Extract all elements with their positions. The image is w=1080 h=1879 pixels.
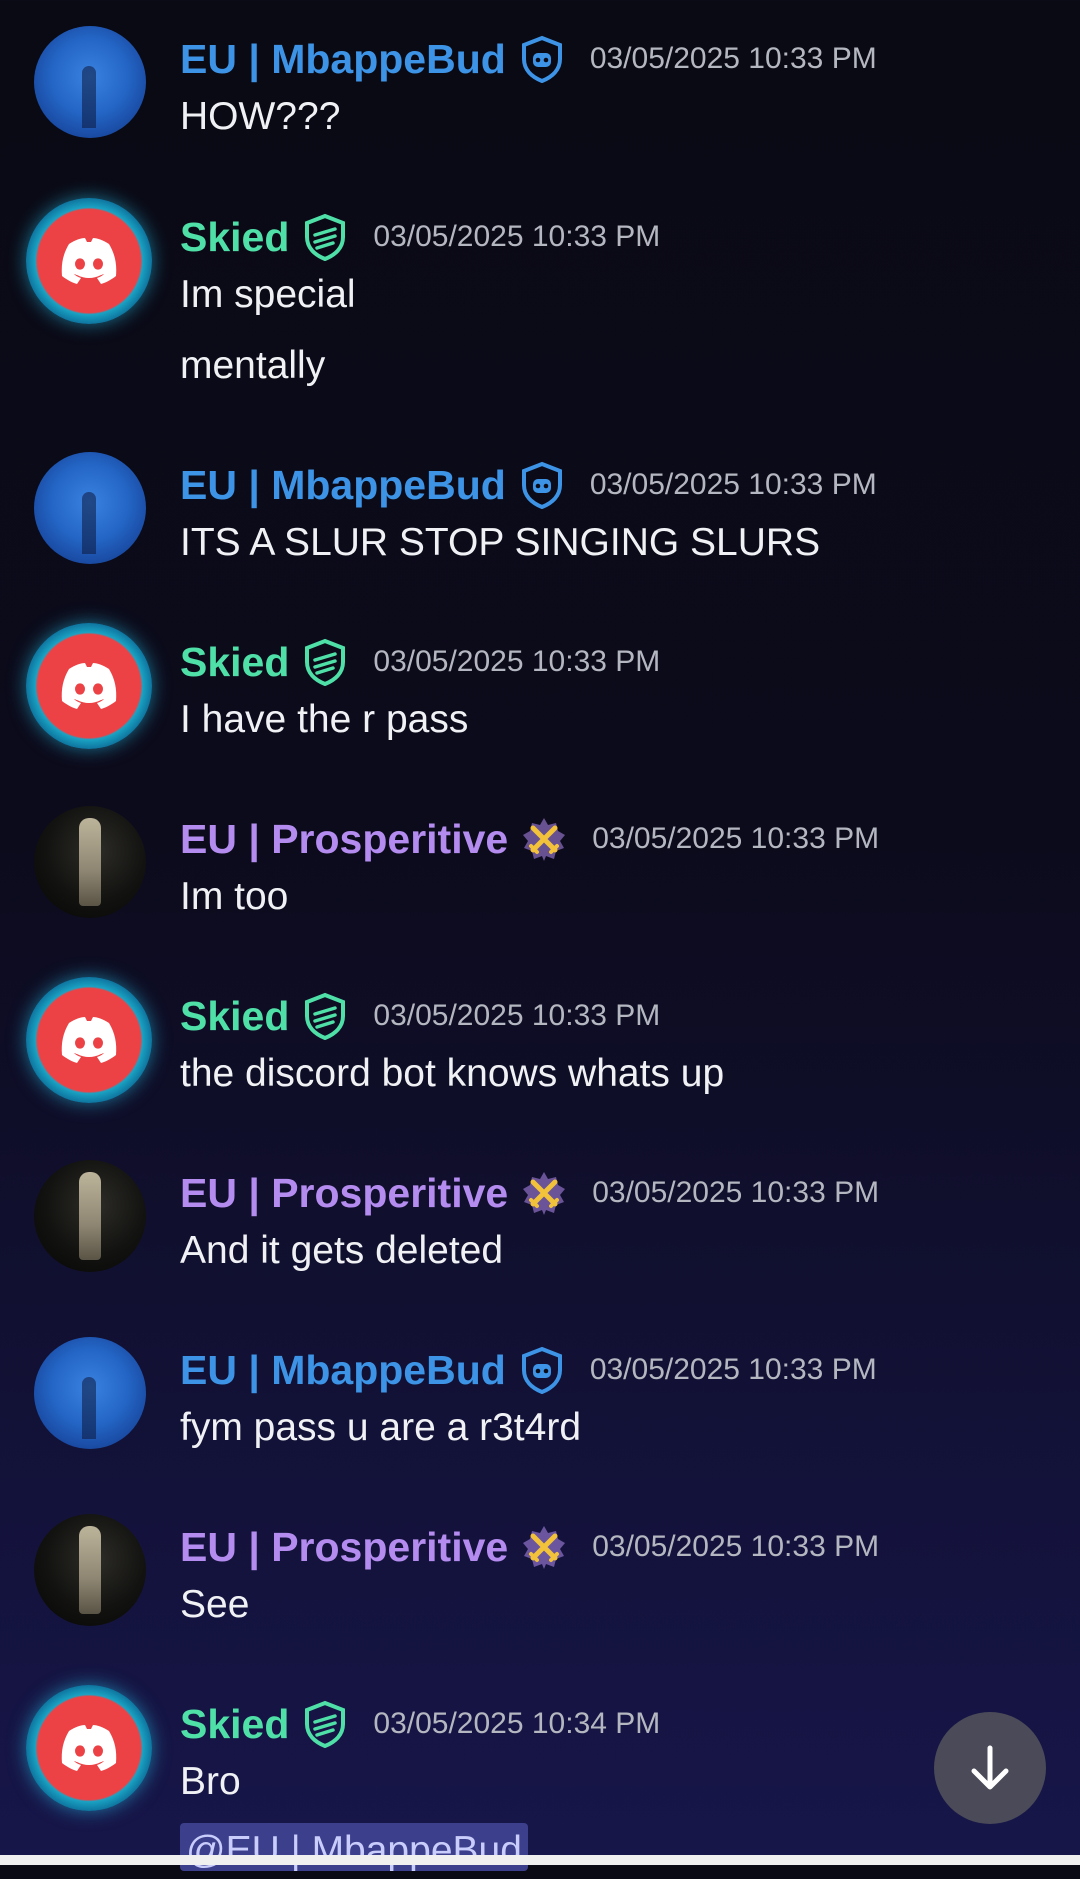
shield-mod-icon xyxy=(521,1346,562,1394)
message-header: Skied 03/05/2025 10:33 PM xyxy=(180,633,660,691)
avatar[interactable] xyxy=(34,806,146,918)
username[interactable]: EU | MbappeBud xyxy=(180,1347,506,1394)
avatar[interactable] xyxy=(34,1337,146,1449)
message-header: EU | MbappeBud 03/05/2025 10:33 PM xyxy=(180,30,877,88)
message-header: EU | Prosperitive 03/05/2025 10:33 PM xyxy=(180,1164,879,1222)
message-header: Skied 03/05/2025 10:33 PM xyxy=(180,987,660,1045)
avatar[interactable] xyxy=(26,198,152,324)
message-header: EU | Prosperitive 03/05/2025 10:33 PM xyxy=(180,810,879,868)
timestamp: 03/05/2025 10:33 PM xyxy=(592,1530,880,1563)
timestamp: 03/05/2025 10:34 PM xyxy=(373,1707,661,1740)
avatar[interactable] xyxy=(34,1514,146,1626)
message-text: Im too xyxy=(180,875,289,918)
timestamp: 03/05/2025 10:33 PM xyxy=(589,42,877,75)
discord-logo-icon xyxy=(61,238,117,284)
message-header: Skied 03/05/2025 10:33 PM xyxy=(180,208,660,266)
username[interactable]: Skied xyxy=(180,993,289,1040)
username[interactable]: Skied xyxy=(180,214,289,261)
arrow-down-icon xyxy=(971,1745,1009,1790)
message-text: ITS A SLUR STOP SINGING SLURS xyxy=(180,521,821,564)
jump-to-present-button[interactable] xyxy=(934,1712,1046,1824)
message-text: mentally xyxy=(180,344,326,387)
username[interactable]: EU | MbappeBud xyxy=(180,462,506,509)
username[interactable]: Skied xyxy=(180,1701,289,1748)
timestamp: 03/05/2025 10:33 PM xyxy=(373,999,661,1032)
verified-shield-icon xyxy=(305,992,346,1040)
crossed-swords-icon xyxy=(523,818,566,861)
username[interactable]: EU | Prosperitive xyxy=(180,1170,508,1217)
message-text: HOW??? xyxy=(180,95,341,138)
message-text: Im special xyxy=(180,273,356,316)
message-text: See xyxy=(180,1583,250,1626)
message-header: EU | MbappeBud 03/05/2025 10:33 PM xyxy=(180,456,877,514)
crossed-swords-icon xyxy=(523,1526,566,1569)
verified-shield-icon xyxy=(305,638,346,686)
avatar[interactable] xyxy=(34,1160,146,1272)
message-header: EU | MbappeBud 03/05/2025 10:33 PM xyxy=(180,1341,877,1399)
bottom-edge xyxy=(0,1855,1080,1865)
timestamp: 03/05/2025 10:33 PM xyxy=(589,468,877,501)
avatar[interactable] xyxy=(26,1685,152,1811)
verified-shield-icon xyxy=(305,1700,346,1748)
username[interactable]: Skied xyxy=(180,639,289,686)
avatar[interactable] xyxy=(34,452,146,564)
crossed-swords-icon xyxy=(523,1172,566,1215)
username[interactable]: EU | MbappeBud xyxy=(180,36,506,83)
discord-logo-icon xyxy=(61,1725,117,1771)
timestamp: 03/05/2025 10:33 PM xyxy=(592,822,880,855)
shield-mod-icon xyxy=(521,461,562,509)
verified-shield-icon xyxy=(305,213,346,261)
message-text: Bro xyxy=(180,1760,241,1803)
timestamp: 03/05/2025 10:33 PM xyxy=(373,220,661,253)
discord-logo-icon xyxy=(61,1017,117,1063)
timestamp: 03/05/2025 10:33 PM xyxy=(373,645,661,678)
message-text: fym pass u are a r3t4rd xyxy=(180,1406,582,1449)
username[interactable]: EU | Prosperitive xyxy=(180,1524,508,1571)
timestamp: 03/05/2025 10:33 PM xyxy=(589,1353,877,1386)
avatar[interactable] xyxy=(26,977,152,1103)
message-list[interactable]: EU | MbappeBud 03/05/2025 10:33 PM HOW??… xyxy=(0,0,1080,1872)
message-header: EU | Prosperitive 03/05/2025 10:33 PM xyxy=(180,1518,879,1576)
discord-logo-icon xyxy=(61,663,117,709)
message-text: And it gets deleted xyxy=(180,1229,504,1272)
message-text: the discord bot knows whats up xyxy=(180,1052,725,1095)
message-header: Skied 03/05/2025 10:34 PM xyxy=(180,1695,660,1753)
avatar[interactable] xyxy=(34,26,146,138)
avatar[interactable] xyxy=(26,623,152,749)
timestamp: 03/05/2025 10:33 PM xyxy=(592,1176,880,1209)
username[interactable]: EU | Prosperitive xyxy=(180,816,508,863)
shield-mod-icon xyxy=(521,35,562,83)
message-text: I have the r pass xyxy=(180,698,469,741)
